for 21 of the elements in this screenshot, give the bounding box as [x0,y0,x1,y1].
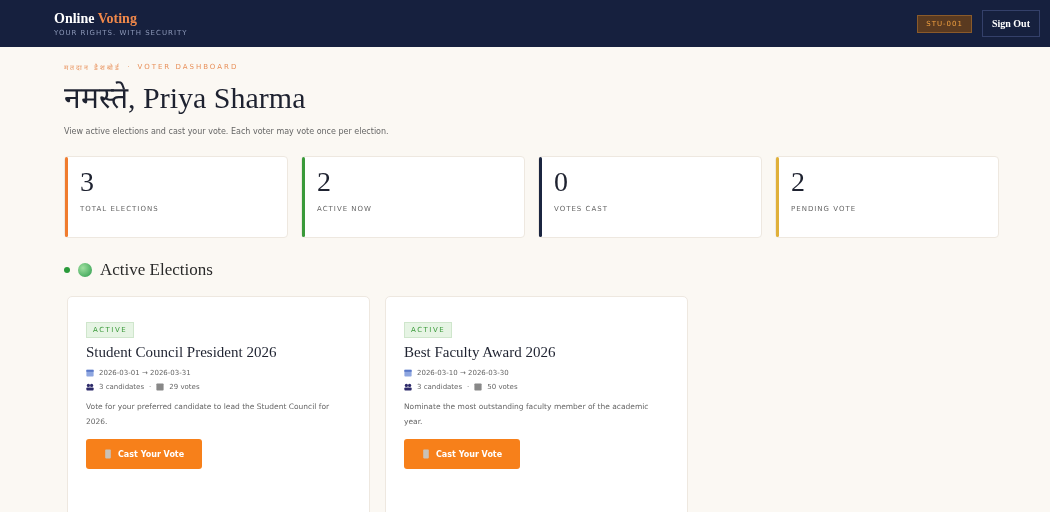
calendar-icon [404,369,412,377]
intro-text: View active elections and cast your vote. Each voter may vote once per election. [64,127,390,136]
election-title: Student Council President 2026 [86,344,278,361]
stat-value: 0 [554,167,569,197]
section-heading: Active Elections [100,260,213,280]
people-icon [404,383,412,391]
ballot-icon [104,449,112,459]
status-orb-icon [78,263,92,277]
ballot-box-icon [156,383,165,391]
calendar-icon [86,369,94,377]
people-icon [86,383,94,391]
app-logo[interactable]: Online Voting [54,10,188,27]
election-title: Best Faculty Award 2026 [404,344,557,361]
stat-value: 2 [791,167,806,197]
bullet-icon [64,267,70,273]
ballot-box-icon [474,383,483,391]
greeting-heading: नमस्ते, Priya Sharma [64,80,307,116]
ballot-icon [422,449,430,459]
stat-value: 2 [317,167,332,197]
stat-value: 3 [80,167,95,197]
sign-out-button[interactable]: Sign Out [981,10,1040,37]
